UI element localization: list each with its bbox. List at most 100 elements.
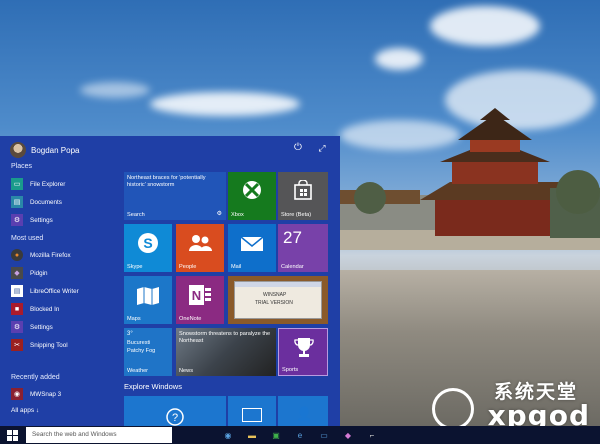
tile-label: Weather (127, 368, 149, 374)
menu-item-label: Snipping Tool (30, 341, 68, 349)
menu-item-firefox[interactable]: ● Mozilla Firefox (11, 248, 71, 262)
search-icon: ⚙ (216, 211, 222, 217)
menu-item-settings-2[interactable]: ⚙ Settings (11, 320, 53, 334)
tile-onenote[interactable]: N OneNote (176, 276, 224, 324)
folder-icon: ▭ (11, 178, 23, 190)
menu-item-snipping-tool[interactable]: ✂ Snipping Tool (11, 338, 68, 352)
tile-skype[interactable]: S Skype (124, 224, 172, 272)
menu-item-mwsnap[interactable]: ◉ MWSnap 3 (11, 387, 61, 401)
menu-item-label: Settings (30, 216, 53, 224)
store-taskbar-icon[interactable]: ▣ (268, 429, 284, 441)
windows-logo-icon (6, 429, 18, 441)
mail-icon (240, 236, 264, 251)
tile-label: Store (Beta) (281, 212, 312, 218)
trophy-icon (294, 338, 314, 357)
tile-people[interactable]: People (176, 224, 224, 272)
gear-icon: ⚙ (11, 214, 23, 226)
tile-explore-help[interactable]: ? (124, 396, 226, 426)
user-account[interactable]: Bogdan Popa (10, 140, 80, 160)
pidgin-icon: ◆ (11, 267, 23, 279)
menu-item-pidgin[interactable]: ◆ Pidgin (11, 266, 48, 280)
power-icon[interactable]: ⏻ (292, 142, 304, 154)
menu-item-libreoffice-writer[interactable]: ▤ LibreOffice Writer (11, 284, 79, 298)
start-left-column: Bogdan Popa Places ▭ File Explorer ▤ Doc… (0, 136, 120, 426)
tile-store[interactable]: Store (Beta) (278, 172, 328, 220)
menu-item-label: Pidgin (30, 269, 48, 277)
start-button[interactable] (0, 426, 24, 444)
avatar (10, 142, 26, 158)
writer-icon: ▤ (11, 285, 23, 297)
winsnap-title: WINSNAP (263, 292, 287, 298)
ie-icon[interactable]: e (292, 429, 308, 441)
menu-item-label: MWSnap 3 (30, 390, 62, 398)
tile-news[interactable]: Snowstorm threatens to paralyze the Nort… (176, 328, 276, 376)
cloud (430, 6, 540, 46)
user-name: Bogdan Popa (31, 145, 80, 155)
tile-label: Mail (231, 264, 242, 270)
mail-taskbar-icon[interactable]: ▭ (316, 429, 332, 441)
tile-desktop-preview[interactable]: WINSNAP TRIAL VERSION (228, 276, 328, 324)
svg-text:?: ? (172, 412, 178, 424)
tile-explore-3[interactable]: 👤 (278, 396, 328, 426)
window-titlebar (235, 282, 321, 287)
tile-headline: Northeast braces for 'potentially histor… (127, 175, 206, 188)
help-icon: ? (166, 408, 184, 426)
gear-icon: ⚙ (11, 321, 23, 333)
cloud (80, 82, 150, 98)
expand-icon[interactable]: ⤢ (316, 142, 328, 154)
menu-item-label: LibreOffice Writer (30, 287, 79, 295)
menu-item-documents[interactable]: ▤ Documents (11, 195, 62, 209)
weather-condition: Patchy Fog (127, 348, 156, 354)
app-taskbar-icon[interactable]: ◆ (340, 429, 356, 441)
shopping-bag-icon (294, 180, 312, 200)
documents-icon: ▤ (11, 196, 23, 208)
weather-city: Bucuresti (127, 340, 151, 346)
file-explorer-icon[interactable]: ▬ (244, 429, 260, 441)
winsnap-subtitle: TRIAL VERSION (255, 300, 293, 306)
tile-maps[interactable]: Maps (124, 276, 172, 324)
scissors-icon: ✂ (11, 339, 23, 351)
mwsnap-icon: ◉ (11, 388, 23, 400)
task-view-icon[interactable]: ◉ (220, 429, 236, 441)
misc-taskbar-icon[interactable]: ⌐ (364, 429, 380, 441)
tile-label: Sports (282, 367, 299, 373)
tile-label: OneNote (179, 316, 202, 322)
winsnap-window: WINSNAP TRIAL VERSION (234, 281, 322, 319)
tile-xbox[interactable]: Xbox (228, 172, 276, 220)
tile-label: People (179, 264, 197, 270)
firefox-icon: ● (11, 249, 23, 261)
skype-icon: S (138, 233, 158, 253)
taskbar: Search the web and Windows ◉ ▬ ▣ e ▭ ◆ ⌐ (0, 426, 600, 444)
tile-label: Calendar (281, 264, 304, 270)
tile-mail[interactable]: Mail (228, 224, 276, 272)
tile-weather[interactable]: 3° Bucuresti Patchy Fog Weather (124, 328, 172, 376)
people-icon (189, 235, 212, 251)
tile-search[interactable]: Northeast braces for 'potentially histor… (124, 172, 226, 220)
menu-item-file-explorer[interactable]: ▭ File Explorer (11, 177, 65, 191)
menu-item-blocked-in[interactable]: ■ Blocked In (11, 302, 59, 316)
tile-headline: Snowstorm threatens to paralyze the Nort… (179, 331, 271, 344)
tile-calendar[interactable]: 27 Calendar (278, 224, 328, 272)
all-apps-button[interactable]: All apps ↓ (11, 407, 39, 414)
weather-temp: 3° (127, 331, 133, 337)
tile-explore-2[interactable] (228, 396, 276, 426)
tile-label: News (179, 368, 193, 374)
svg-text:S: S (143, 235, 152, 251)
cloud (375, 48, 423, 70)
tile-label: Xbox (231, 212, 244, 218)
start-menu: Bogdan Popa Places ▭ File Explorer ▤ Doc… (0, 136, 340, 426)
watermark-logo-icon (432, 388, 474, 430)
taskbar-search-input[interactable]: Search the web and Windows (26, 427, 172, 443)
palace-image (340, 108, 600, 250)
xbox-icon (243, 181, 261, 199)
window-icon (242, 408, 262, 422)
most-used-heading: Most used (11, 235, 44, 242)
cloud (150, 92, 300, 116)
person-icon: 👤 (296, 406, 313, 421)
tile-label: Skype (127, 264, 143, 270)
places-heading: Places (11, 163, 33, 170)
menu-item-settings[interactable]: ⚙ Settings (11, 213, 53, 227)
tile-sports[interactable]: Sports (278, 328, 328, 376)
tile-label: Maps (127, 316, 141, 322)
menu-item-label: File Explorer (30, 180, 66, 188)
